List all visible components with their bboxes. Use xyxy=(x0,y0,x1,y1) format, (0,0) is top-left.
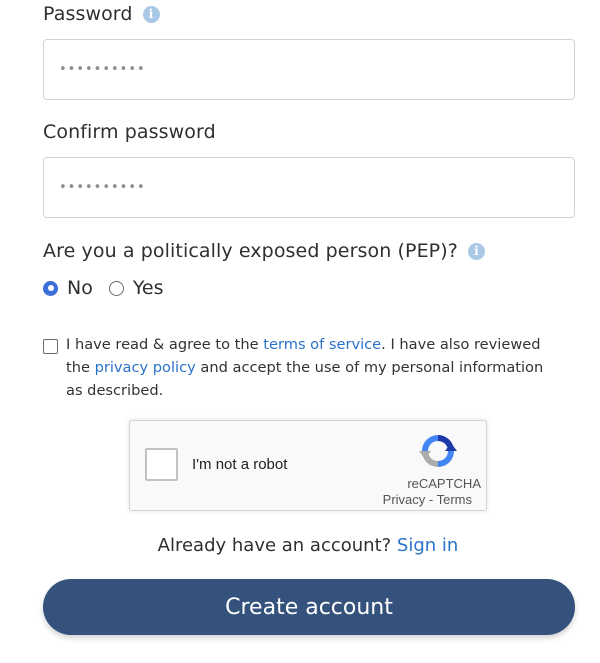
pep-radio-yes[interactable] xyxy=(108,280,124,296)
recaptcha-terms-link[interactable]: Terms xyxy=(437,492,472,507)
confirm-password-field[interactable]: •••••••••• xyxy=(43,157,575,218)
pep-question-row: Are you a politically exposed person (PE… xyxy=(43,240,485,262)
password-label: Password xyxy=(43,3,133,25)
signin-prompt: Already have an account? Sign in xyxy=(0,535,600,556)
info-icon[interactable]: i xyxy=(142,5,160,23)
password-field[interactable]: •••••••••• xyxy=(43,39,575,100)
terms-checkbox[interactable] xyxy=(43,339,58,354)
recaptcha-checkbox[interactable] xyxy=(145,448,178,481)
pep-radio-no-label[interactable]: No xyxy=(67,277,93,299)
recaptcha-brand: reCAPTCHA xyxy=(407,476,481,491)
confirm-password-label: Confirm password xyxy=(43,121,216,143)
recaptcha-widget: I'm not a robot reCAPTCHA Privacy - Term… xyxy=(129,420,487,511)
signup-form: Password i •••••••••• Confirm password •… xyxy=(0,0,600,663)
password-label-row: Password i xyxy=(43,3,160,25)
confirm-password-label-row: Confirm password xyxy=(43,121,216,143)
pep-radio-yes-label[interactable]: Yes xyxy=(133,277,164,299)
terms-of-service-link[interactable]: terms of service xyxy=(263,336,381,353)
recaptcha-links: Privacy - Terms xyxy=(383,492,472,507)
confirm-password-value: •••••••••• xyxy=(59,180,146,195)
terms-agreement: I have read & agree to the terms of serv… xyxy=(43,333,563,402)
terms-text-part-1: I have read & agree to the xyxy=(66,336,264,353)
pep-question: Are you a politically exposed person (PE… xyxy=(43,240,458,262)
create-account-button[interactable]: Create account xyxy=(43,579,575,635)
terms-text: I have read & agree to the terms of serv… xyxy=(66,333,563,402)
signin-prompt-text: Already have an account? xyxy=(157,535,397,556)
recaptcha-privacy-link[interactable]: Privacy xyxy=(383,492,426,507)
recaptcha-logo-icon xyxy=(419,435,457,467)
pep-radio-no[interactable] xyxy=(43,280,58,296)
recaptcha-label: I'm not a robot xyxy=(192,456,288,473)
privacy-policy-link[interactable]: privacy policy xyxy=(95,359,196,376)
pep-radio-group: No Yes xyxy=(43,277,180,299)
info-icon[interactable]: i xyxy=(467,242,485,260)
recaptcha-links-separator: - xyxy=(425,492,437,507)
password-value: •••••••••• xyxy=(59,62,146,77)
create-account-label: Create account xyxy=(225,594,393,620)
signin-link[interactable]: Sign in xyxy=(397,535,458,556)
